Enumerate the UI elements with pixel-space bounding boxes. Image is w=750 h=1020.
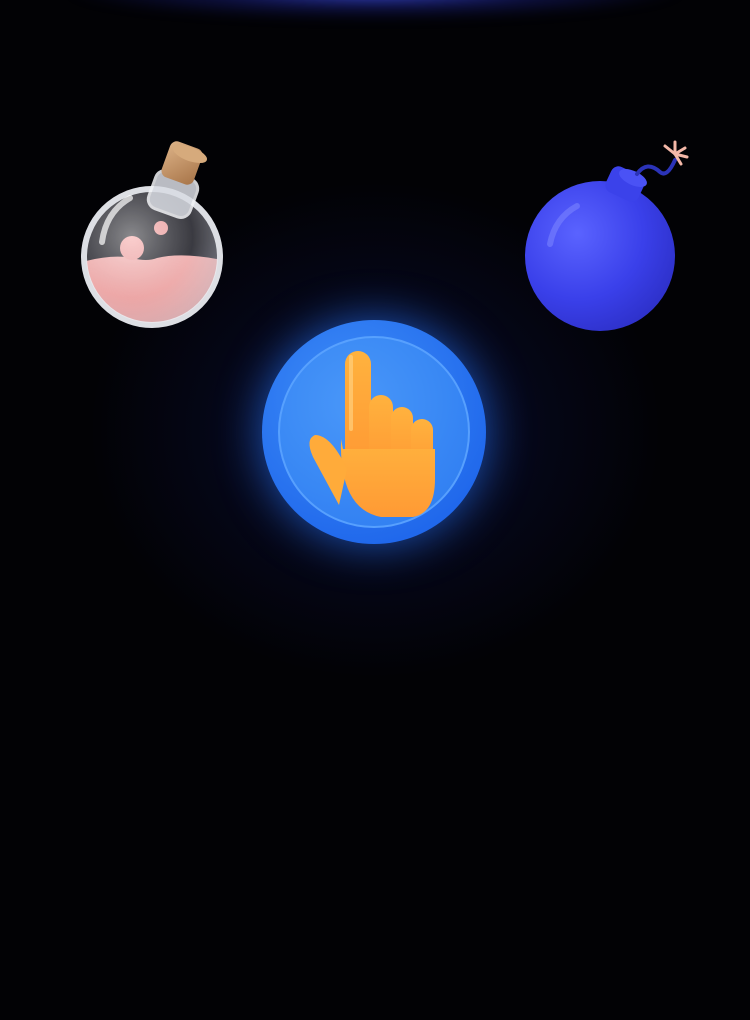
bomb-icon: [515, 132, 695, 337]
game-screen: [0, 0, 750, 1020]
potion-flask-icon: [72, 132, 232, 337]
top-glow: [60, 0, 690, 20]
tap-button[interactable]: [251, 309, 497, 555]
